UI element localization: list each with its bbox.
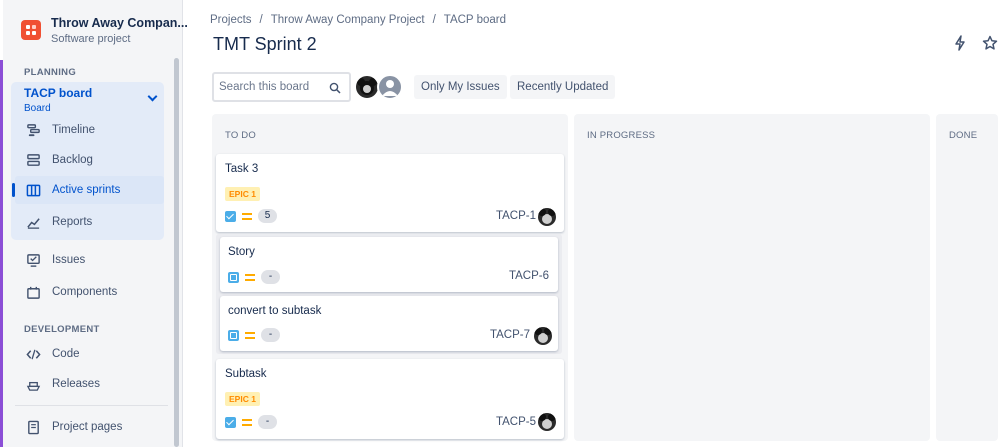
header-actions: [952, 35, 998, 56]
column-in-progress: IN PROGRESS: [574, 114, 930, 441]
sidebar-item-label: Components: [52, 286, 118, 298]
card-title: Task 3: [225, 163, 259, 175]
task-type-icon: [225, 210, 236, 222]
search-icon: [329, 81, 341, 99]
breadcrumb: Projects / Throw Away Company Project / …: [210, 14, 506, 26]
board-name: TACP board: [24, 86, 93, 100]
avatar[interactable]: [538, 413, 556, 431]
breadcrumb-project[interactable]: Throw Away Company Project: [271, 14, 425, 26]
issue-key[interactable]: TACP-6: [509, 270, 549, 282]
breadcrumb-separator: /: [432, 14, 436, 26]
card-title: Subtask: [225, 368, 267, 380]
priority-medium-icon: [245, 331, 255, 339]
epic-badge: EPIC 1: [225, 392, 260, 406]
sidebar-item-project-pages[interactable]: Project pages: [15, 413, 164, 441]
project-logo-icon: [21, 20, 41, 40]
recently-updated-button[interactable]: Recently Updated: [510, 75, 616, 99]
breadcrumb-board[interactable]: TACP board: [444, 14, 506, 26]
estimate-badge: -: [261, 328, 280, 342]
subtask-type-icon: [228, 271, 239, 283]
project-type: Software project: [51, 33, 131, 45]
avatar-unassigned[interactable]: [377, 74, 403, 100]
sidebar-item-backlog[interactable]: Backlog: [15, 146, 164, 174]
sidebar-item-code[interactable]: Code: [15, 340, 164, 368]
card-title: Story: [228, 246, 255, 258]
column-done: DONE: [936, 114, 998, 441]
issue-key[interactable]: TACP-1: [496, 210, 536, 222]
column-title: TO DO: [225, 130, 256, 141]
sidebar-item-label: Code: [52, 348, 80, 360]
only-my-issues-button[interactable]: Only My Issues: [414, 75, 507, 99]
priority-medium-icon: [242, 212, 252, 220]
sidebar-item-label: Active sprints: [52, 184, 121, 196]
issue-card-story[interactable]: Story - TACP-6: [220, 237, 558, 292]
code-icon: [25, 346, 41, 362]
issues-icon: [25, 252, 41, 268]
sidebar-item-label: Timeline: [52, 124, 96, 136]
sidebar-scrollbar[interactable]: [174, 58, 179, 447]
column-title: IN PROGRESS: [587, 130, 656, 141]
sidebar-item-label: Issues: [52, 254, 86, 266]
backlog-icon: [25, 152, 41, 168]
sidebar-divider: [15, 405, 168, 406]
page-title: TMT Sprint 2: [213, 34, 317, 54]
sidebar-item-releases[interactable]: Releases: [15, 370, 164, 398]
subtask-type-icon: [228, 329, 239, 341]
sidebar-item-issues[interactable]: Issues: [15, 246, 164, 274]
sidebar-item-reports[interactable]: Reports: [15, 208, 164, 236]
issue-card-convert[interactable]: convert to subtask - TACP-7: [220, 296, 558, 351]
issue-card-subtask[interactable]: Subtask EPIC 1 - TACP-5: [216, 359, 564, 439]
star-icon[interactable]: [982, 35, 998, 56]
issue-card-task3[interactable]: Task 3 EPIC 1 5 TACP-1: [216, 154, 564, 232]
sidebar-item-components[interactable]: Components: [15, 278, 164, 306]
breadcrumb-projects[interactable]: Projects: [210, 14, 252, 26]
issue-key[interactable]: TACP-7: [490, 329, 530, 341]
board-subtitle: Board: [24, 103, 51, 114]
estimate-badge: -: [258, 415, 277, 429]
sidebar-item-active-sprints[interactable]: Active sprints: [15, 176, 164, 204]
estimate-badge: 5: [258, 209, 277, 223]
page-icon: [25, 419, 41, 435]
estimate-badge: -: [261, 270, 280, 284]
issue-key[interactable]: TACP-5: [496, 416, 536, 428]
timeline-icon: [25, 122, 41, 138]
board-columns-icon: [25, 182, 41, 198]
priority-medium-icon: [245, 273, 255, 281]
sidebar-item-timeline[interactable]: Timeline: [15, 116, 164, 144]
priority-medium-icon: [242, 418, 252, 426]
sidebar-item-label: Project pages: [52, 421, 123, 433]
breadcrumb-separator: /: [259, 14, 263, 26]
card-title: convert to subtask: [228, 305, 322, 317]
project-name: Throw Away Compan...: [51, 16, 188, 30]
avatar[interactable]: [534, 327, 552, 345]
section-label-planning: PLANNING: [24, 67, 77, 78]
sidebar: Throw Away Compan... Software project PL…: [3, 0, 188, 447]
active-indicator: [12, 183, 15, 197]
project-header[interactable]: Throw Away Compan... Software project: [21, 16, 188, 45]
automation-lightning-icon[interactable]: [952, 35, 968, 56]
chevron-down-icon[interactable]: [147, 91, 158, 102]
epic-badge: EPIC 1: [225, 187, 260, 201]
sidebar-item-label: Releases: [52, 378, 100, 390]
board-selector[interactable]: TACP board Board: [24, 86, 92, 114]
avatar[interactable]: [538, 208, 556, 226]
assignee-filter: [354, 74, 403, 100]
search-field[interactable]: [212, 72, 351, 102]
task-type-icon: [225, 416, 236, 428]
releases-icon: [25, 376, 41, 392]
column-title: DONE: [949, 130, 978, 141]
components-icon: [25, 284, 41, 300]
search-input[interactable]: [219, 81, 327, 93]
section-label-development: DEVELOPMENT: [24, 324, 100, 335]
reports-chart-icon: [25, 214, 41, 230]
sidebar-item-label: Reports: [52, 216, 93, 228]
sidebar-item-label: Backlog: [52, 154, 93, 166]
